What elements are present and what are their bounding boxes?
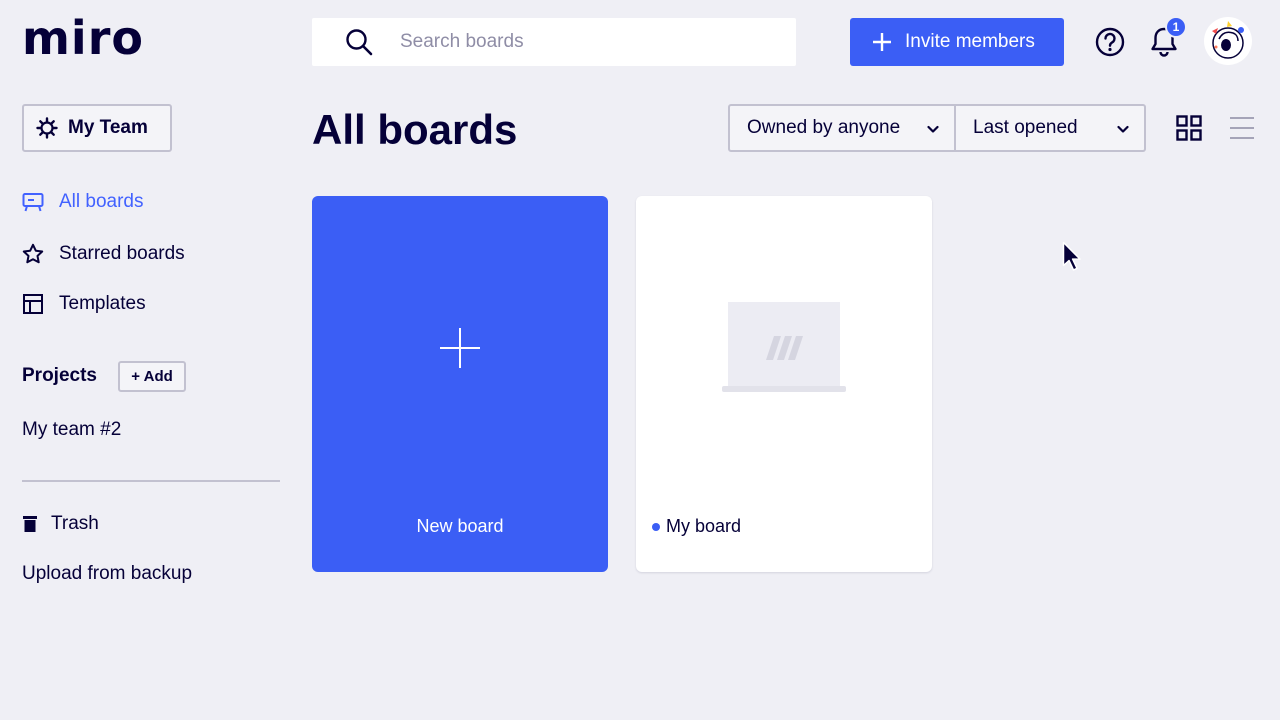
sort-label: Last opened [973,117,1078,138]
trash-label: Trash [51,513,99,534]
sidebar-item-label: Templates [59,293,146,314]
board-thumbnail-icon [722,302,846,392]
sidebar-item-label: Starred boards [59,243,185,264]
page-title: All boards [312,106,518,153]
new-board-card[interactable]: New board [312,196,608,572]
chevron-down-icon [1117,125,1129,133]
star-icon [22,243,44,265]
new-board-label: New board [416,516,504,536]
owner-filter-dropdown[interactable]: Owned by anyone [728,104,956,152]
invite-members-label: Invite members [905,31,1035,52]
add-project-button[interactable]: + Add [118,361,186,392]
gear-icon [36,117,58,139]
notification-badge: 1 [1165,16,1187,38]
board-name: My board [666,516,742,536]
search-input[interactable] [400,31,760,53]
mouse-cursor-icon [1062,241,1081,271]
avatar[interactable] [1204,17,1252,65]
sidebar-item-templates[interactable]: Templates [22,290,146,318]
owner-filter-label: Owned by anyone [747,117,901,138]
board-icon [22,191,44,213]
plus-icon [872,32,892,52]
sidebar-divider [22,480,280,482]
project-item[interactable]: My team #2 [22,416,121,444]
plus-icon [440,328,480,368]
sidebar-item-label: All boards [59,191,144,212]
my-team-button[interactable]: My Team [22,104,172,152]
search-icon [346,29,373,56]
projects-heading: Projects [22,365,97,386]
board-status-dot [652,522,660,531]
my-team-label: My Team [68,117,148,138]
templates-icon [22,293,44,315]
sidebar-item-all-boards[interactable]: All boards [22,188,144,216]
board-card[interactable]: My board [636,196,932,572]
search-box[interactable] [312,18,796,66]
miro-logo[interactable]: miro [22,8,144,68]
upload-from-backup-link[interactable]: Upload from backup [22,560,192,588]
list-view-icon[interactable] [1229,116,1255,140]
sidebar-item-starred-boards[interactable]: Starred boards [22,240,185,268]
trash-icon [23,516,37,532]
chevron-down-icon [927,125,939,133]
sidebar-item-trash[interactable]: Trash [22,510,99,538]
grid-view-icon[interactable] [1176,115,1202,141]
help-icon[interactable] [1094,26,1126,58]
sort-dropdown[interactable]: Last opened [956,104,1146,152]
invite-members-button[interactable]: Invite members [850,18,1064,66]
